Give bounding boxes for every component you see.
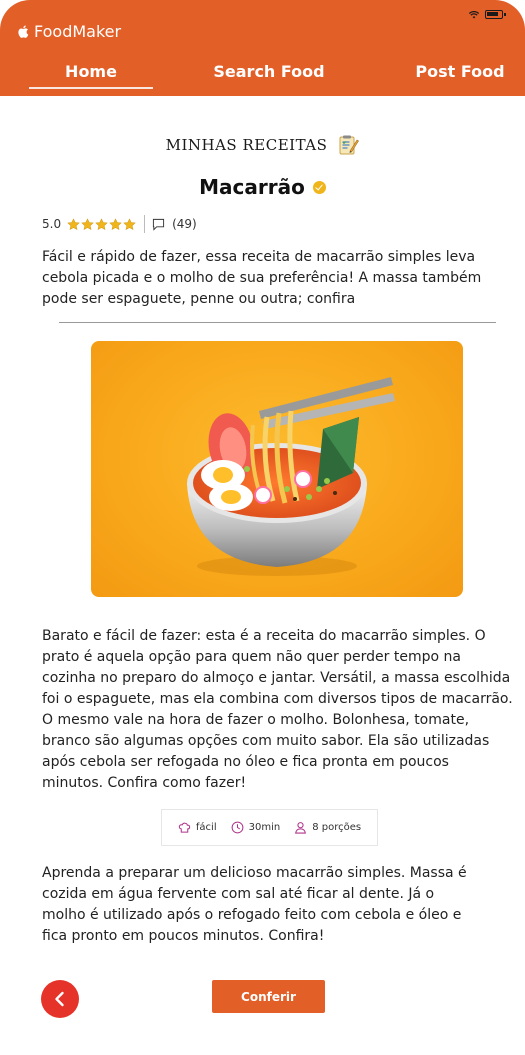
star-icon	[109, 217, 122, 230]
tab-home[interactable]: Home	[29, 62, 153, 81]
app-header: FoodMaker Home Search Food Post Food	[0, 0, 525, 96]
comments-count[interactable]: (49)	[172, 217, 197, 231]
servings-chip: 8 porções	[294, 821, 361, 834]
wifi-icon	[469, 10, 479, 18]
nav-tabs: Home Search Food Post Food	[0, 62, 525, 92]
apple-icon	[18, 25, 29, 38]
tab-post-food[interactable]: Post Food	[405, 62, 515, 81]
section-header: MINHAS RECEITAS	[0, 134, 525, 156]
notepad-icon	[339, 135, 360, 155]
tab-search-food[interactable]: Search Food	[200, 62, 338, 81]
ramen-bowl-icon	[187, 377, 395, 576]
status-bar	[469, 10, 506, 19]
servings-value: 8 porções	[312, 822, 362, 833]
battery-icon	[485, 10, 506, 19]
rating-divider	[144, 215, 146, 233]
app-brand: FoodMaker	[18, 22, 121, 41]
recipe-closing: Aprenda a preparar um delicioso macarrão…	[42, 865, 467, 944]
recipe-title: Macarrão	[199, 175, 305, 199]
comment-icon[interactable]	[152, 218, 165, 231]
rating-row: 5.0 (49)	[42, 215, 197, 233]
time-value: 30min	[248, 822, 281, 833]
back-button[interactable]	[41, 980, 79, 1018]
recipe-title-row: Macarrão	[0, 175, 525, 199]
recipe-intro: Fácil e rápido de fazer, essa receita de…	[42, 249, 482, 307]
star-icon	[123, 217, 136, 230]
active-tab-indicator	[29, 87, 153, 89]
recipe-description: Barato e fácil de fazer: esta é a receit…	[42, 628, 513, 791]
clock-icon	[231, 821, 244, 834]
recipe-info: fácil 30min 8 porções	[161, 809, 378, 846]
chevron-left-icon	[55, 991, 64, 1007]
confirm-button[interactable]: Conferir	[212, 980, 325, 1013]
difficulty-value: fácil	[195, 822, 217, 833]
difficulty-chip: fácil	[178, 821, 217, 834]
rating-value: 5.0	[42, 217, 62, 231]
verified-badge-icon	[312, 180, 326, 194]
app-name: FoodMaker	[34, 22, 122, 41]
star-icon	[81, 217, 94, 230]
star-icon	[95, 217, 108, 230]
chef-hat-icon	[178, 822, 191, 833]
recipe-image	[91, 341, 463, 597]
divider	[59, 322, 496, 323]
rating-stars	[67, 217, 136, 231]
person-icon	[295, 822, 307, 834]
time-chip: 30min	[231, 821, 281, 834]
star-icon	[67, 217, 80, 230]
section-title: MINHAS RECEITAS	[165, 136, 328, 154]
